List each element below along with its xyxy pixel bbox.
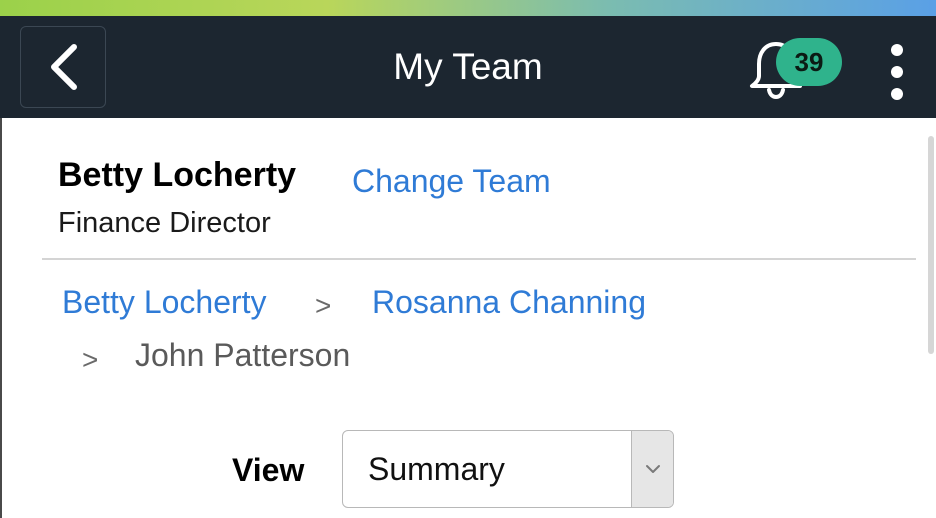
accent-bar [0,0,936,16]
view-label: View [232,452,305,488]
chevron-left-icon [51,44,77,90]
notification-count-badge[interactable]: 39 [776,38,842,86]
breadcrumb-separator: > [315,290,332,321]
job-title: Finance Director [58,207,271,239]
divider [42,258,916,260]
scrollbar[interactable] [928,136,934,354]
select-arrow[interactable] [631,431,673,507]
kebab-dot [891,44,903,56]
kebab-menu-icon[interactable] [880,42,914,102]
user-name: Betty Locherty [58,156,297,194]
kebab-dot [891,88,903,100]
kebab-dot [891,66,903,78]
chevron-down-icon [645,465,660,473]
view-select-value: Summary [368,451,505,487]
back-button[interactable] [20,26,106,108]
view-select[interactable]: Summary [342,430,674,508]
breadcrumb-item-rosanna-channing[interactable]: Rosanna Channing [372,284,646,321]
breadcrumb-item-john-patterson: John Patterson [135,337,351,373]
breadcrumb-item-betty-locherty[interactable]: Betty Locherty [62,284,267,321]
breadcrumb-separator: > [82,344,99,375]
left-border [0,118,2,518]
change-team-link[interactable]: Change Team [352,163,551,200]
header-bar: My Team 39 [0,16,936,118]
